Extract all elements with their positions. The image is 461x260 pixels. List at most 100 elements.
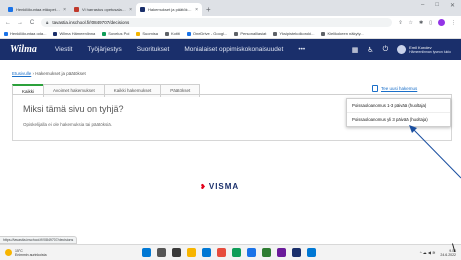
tab-title: Vi harrastus opetusalaltaan (P)... [82,7,126,12]
tab-favicon-icon [8,7,13,12]
bookmark-icon [136,31,141,36]
breadcrumb-current: › Hakemukset ja päätökset [32,71,86,76]
bookmark-icon [234,31,239,36]
nav-item-messages[interactable]: Viestit [55,46,73,53]
new-application-menu: Poissaoloanomus 1-3 päivää (huoltaja) Po… [346,98,451,127]
nav-item-schedule[interactable]: Työjärjestys [87,46,121,53]
bookmark-icon [321,31,326,36]
taskbar-apps [142,248,316,257]
bookmark-item[interactable]: Yksipistekolkoroki... [273,31,314,36]
bookmark-icon [4,31,8,36]
user-menu[interactable]: Emil Korolev Hämeenlinnan lyseon lukio [397,45,451,54]
forward-icon[interactable]: → [17,20,23,26]
visma-logo: ❥ VISMA [200,182,239,191]
bookmark-icon [273,31,278,36]
bookmark-item[interactable]: Kotiti [164,31,180,36]
start-icon[interactable] [142,248,151,257]
breadcrumb-home-link[interactable]: Etusivulle [12,71,31,76]
power-icon[interactable]: ⏻ [383,46,389,54]
profile-avatar-icon[interactable] [438,19,445,26]
extensions-icon[interactable]: ✱ [419,20,423,26]
document-icon [372,85,378,92]
chrome-icon[interactable] [217,248,226,257]
url-input[interactable]: 🔒︎ tavastia.inschool.fi/!0849707/decisio… [41,18,393,27]
bookmark-icon [102,31,107,36]
nav-item-grades[interactable]: Suoritukset [137,46,170,53]
new-application-label: Tee uusi hakemus [381,86,418,91]
menu-icon[interactable]: ⋮ [451,20,456,26]
accessibility-icon[interactable]: ♿︎ [367,46,373,54]
menu-item-absence-1-3-days[interactable]: Poissaoloanomus 1-3 päivää (huoltaja) [347,99,450,112]
nav-more-icon[interactable]: ••• [298,46,305,53]
menu-item-absence-over-3-days[interactable]: Poissaoloanomus yli 3 päivää (huoltaja) [347,112,450,126]
app-icon[interactable] [277,248,286,257]
weather-desc: Enimmin aurinkoista [15,252,47,257]
nav-item-multidisciplinary[interactable]: Monialaiset oppimiskokonaisuudet [184,46,283,53]
app-icon[interactable] [292,248,301,257]
breadcrumb: Etusivulle › Hakemukset ja päätökset [12,71,86,76]
status-url-tooltip: https://tavastia.inschool.fi/!0849707/de… [0,236,78,244]
bookmark-item[interactable]: Wilma Hämeenlinna [53,31,95,36]
app-icon[interactable] [307,248,316,257]
tray-icons[interactable]: ^ ☁ ◀ ≋ [420,250,436,255]
bookmark-item[interactable]: Sovelus Poi [102,31,129,36]
back-icon[interactable]: ← [5,20,11,26]
new-tab-icon[interactable]: + [206,3,211,16]
mouse-cursor-icon: \ [452,241,456,255]
bookmark-item[interactable]: Henkilökuntaa oda... [4,31,46,36]
visma-wordmark: VISMA [208,182,240,191]
new-application-button[interactable]: Tee uusi hakemus [372,85,417,92]
user-info: Emil Korolev Hämeenlinnan lyseon lukio [409,45,451,54]
avatar [397,45,407,54]
bookmark-icon [186,31,191,36]
close-tab-icon[interactable]: × [195,7,198,13]
bookmark-item[interactable]: OneDrive - Googl... [186,31,227,36]
app-icon[interactable] [262,248,271,257]
tab-title: Hakemukset ja päätökset - Wilm... [148,7,193,12]
system-tray: ^ ☁ ◀ ≋ 9.08 24.6.2022 [420,249,456,257]
task-view-icon[interactable] [172,248,181,257]
browser-tab-2[interactable]: Vi harrastus opetusalaltaan (P)... × [70,3,136,16]
address-bar: ← → C 🔒︎ tavastia.inschool.fi/!0849707/d… [0,16,461,29]
browser-tab-strip: Henkilökuntaa etäopetus ja oppimi... × V… [0,0,461,16]
weather-text: 15°C Enimmin aurinkoista [15,249,47,257]
bookmark-icon [53,31,58,36]
empty-state-text: Opiskelijalla ei ole hakemuksia tai päät… [23,122,113,127]
reload-icon[interactable]: C [29,20,35,26]
edge-icon[interactable] [202,248,211,257]
header-actions: ▦ ♿︎ ⏻ Emil Korolev Hämeenlinnan lyseon … [352,45,451,54]
app-icon[interactable] [247,248,256,257]
grid-icon[interactable]: ▦ [352,46,359,54]
browser-actions: ⇪ ☆ ✱ ▯ ⋮ [398,19,456,26]
search-icon[interactable] [157,248,166,257]
browser-tab-1[interactable]: Henkilökuntaa etäopetus ja oppimi... × [4,3,70,16]
maximize-icon[interactable]: □ [435,2,439,9]
wilma-logo[interactable]: Wilma [10,44,37,55]
bookmarks-bar: Henkilökuntaa oda... Wilma Hämeenlinna S… [0,29,461,39]
weather-widget[interactable]: 15°C Enimmin aurinkoista [5,249,47,257]
close-window-icon[interactable]: ✕ [450,2,455,9]
file-explorer-icon[interactable] [187,248,196,257]
tab-title: Henkilökuntaa etäopetus ja oppimi... [16,7,61,12]
browser-tab-3[interactable]: Hakemukset ja päätökset - Wilm... × [136,3,202,16]
url-text: tavastia.inschool.fi/!0849707/decisions [52,20,130,25]
tab-favicon-icon [140,7,145,12]
bookmark-star-icon[interactable]: ☆ [409,20,413,26]
bookmark-item[interactable]: Suomisa [136,31,158,36]
empty-state-title: Miksi tämä sivu on tyhjä? [23,104,124,114]
bookmark-icon [164,31,169,36]
lock-icon: 🔒︎ [46,20,49,25]
share-icon[interactable]: ⇪ [398,20,402,26]
windows-taskbar: 15°C Enimmin aurinkoista ^ ☁ ◀ ≋ 9.08 24… [0,244,461,260]
close-tab-icon[interactable]: × [63,7,66,13]
close-tab-icon[interactable]: × [129,7,132,13]
app-icon[interactable] [232,248,241,257]
bookmark-item[interactable]: Personalliasiat [234,31,266,36]
bookmark-item[interactable]: Kielikokeen näkyty... [321,31,364,36]
minimize-icon[interactable]: – [421,2,424,9]
sidebar-icon[interactable]: ▯ [429,20,432,26]
sun-icon [5,249,12,256]
window-controls: – □ ✕ [421,2,455,9]
user-school: Hämeenlinnan lyseon lukio [409,49,451,54]
app-header: Wilma Viestit Työjärjestys Suoritukset M… [0,39,461,60]
